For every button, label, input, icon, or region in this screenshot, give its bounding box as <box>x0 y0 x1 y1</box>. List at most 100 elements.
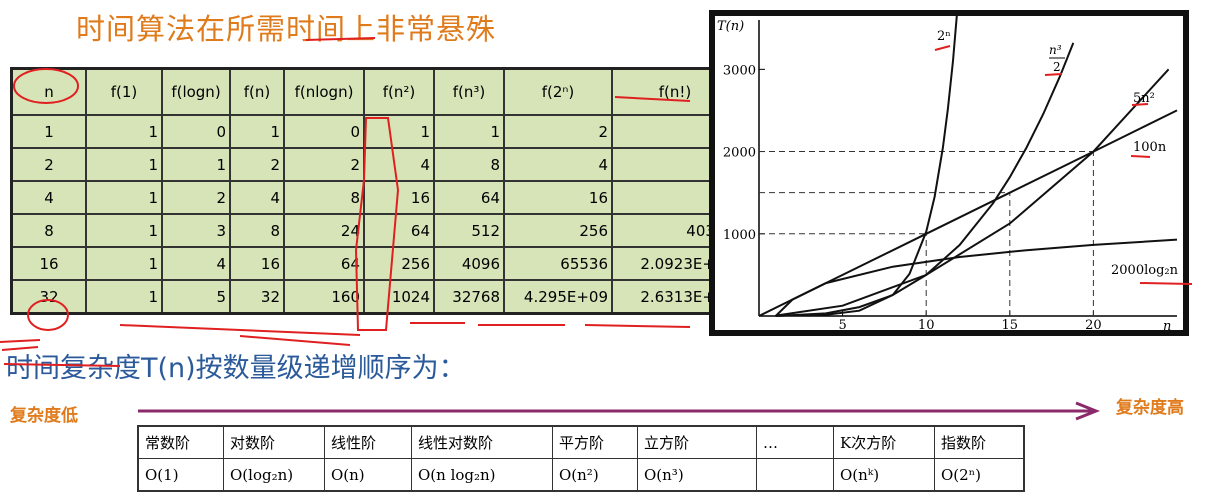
table-cell: 24 <box>283 213 365 248</box>
label-n3: n³ <box>1049 43 1062 57</box>
table-row: 16 1 4 16 64 256 4096 65536 2.0923E+13 <box>10 246 740 281</box>
table-row: 110101121 <box>10 114 740 149</box>
complexity-order-table: 常数阶 对数阶 线性阶 线性对数阶 平方阶 立方阶… K次方阶 指数阶 O(1) O(log₂n… <box>137 425 1025 492</box>
order-notation-cell: O(2ⁿ) <box>934 458 1025 492</box>
column-header: f(n) <box>229 67 285 116</box>
order-notation-row: O(1) O(log₂n) O(n) O(n log₂n) O(n²) O(n³) O(nᵏ… <box>137 458 1025 492</box>
table-cell: 4 <box>10 180 87 215</box>
x-tick-label: 15 <box>1002 318 1019 330</box>
ink-underline-26313 <box>584 324 691 328</box>
table-cell: 32768 <box>433 279 505 315</box>
table-cell: 0 <box>161 114 231 149</box>
table-cell: 16 <box>503 180 613 215</box>
y-tick-label: 1000 <box>723 228 756 243</box>
table-cell: 4 <box>229 180 285 215</box>
table-cell: 2 <box>229 147 285 182</box>
order-name-cell: K次方阶 <box>833 425 935 459</box>
table-cell: 1 <box>363 114 435 149</box>
y-tick-label: 3000 <box>723 63 756 78</box>
label-5n2: 5n² <box>1133 91 1155 106</box>
table-cell: 8 <box>433 147 505 182</box>
order-notation-cell: O(n³) <box>637 458 757 492</box>
x-axis-label: n <box>1163 319 1171 330</box>
table-cell: 3 <box>161 213 231 248</box>
high-complexity-label: 复杂度高 <box>1116 398 1184 418</box>
y-axis-label: T(n) <box>717 19 744 34</box>
table-cell: 65536 <box>503 246 613 281</box>
table-cell: 1024 <box>363 279 435 315</box>
order-name-cell: 对数阶 <box>223 425 325 459</box>
table-cell: 1 <box>85 114 163 149</box>
complexity-chart: 1000 2000 3000 5 10 15 20 T(n) n 2ⁿ n³ 2 5n² 100n 2000… <box>717 1 1179 334</box>
page-title: 时间算法在所需时间上非常悬殊 <box>76 12 497 46</box>
order-notation-cell: O(nᵏ) <box>833 458 935 492</box>
growth-rate-table: n f(1) f(logn) f(n) f(nlogn) f(n²) f(n³) f(2ⁿ) f… <box>10 67 740 315</box>
table-body: 1101011212112248424124816641624813824645… <box>10 114 740 315</box>
complexity-chart-frame: 1000 2000 3000 5 10 15 20 T(n) n 2ⁿ n³ 2 5n² 100n 2000… <box>709 1 1189 336</box>
label-n3-den: 2 <box>1053 60 1061 74</box>
x-tick-label: 10 <box>918 318 935 330</box>
column-header: n <box>10 67 87 116</box>
table-cell: 0 <box>283 114 365 149</box>
order-name-cell: 立方阶 <box>637 425 757 459</box>
table-cell: 1 <box>229 114 285 149</box>
label-100n: 100n <box>1133 140 1167 155</box>
column-header: f(2ⁿ) <box>503 67 613 116</box>
table-cell: 64 <box>433 180 505 215</box>
order-notation-cell: O(log₂n) <box>223 458 325 492</box>
y-tick-label: 2000 <box>723 146 756 161</box>
table-cell: 16 <box>229 246 285 281</box>
order-heading: 时间复杂度T(n)按数量级递增顺序为： <box>6 353 466 384</box>
table-cell: 2 <box>10 147 87 182</box>
order-name-cell: 线性对数阶 <box>411 425 553 459</box>
table-cell: 2 <box>503 114 613 149</box>
table-cell: 1 <box>85 180 163 215</box>
table-cell: 512 <box>433 213 505 248</box>
table-cell: 16 <box>10 246 87 281</box>
table-cell: 4 <box>503 147 613 182</box>
table-cell: 1 <box>85 279 163 315</box>
table-cell: 8 <box>229 213 285 248</box>
table-cell: 8 <box>10 213 87 248</box>
table-cell: 1 <box>85 246 163 281</box>
table-header-row: n f(1) f(logn) f(n) f(nlogn) f(n²) f(n³) f(2ⁿ) f… <box>10 67 740 116</box>
table-cell: 2 <box>161 180 231 215</box>
x-tick-label: 5 <box>838 318 846 330</box>
order-notation-cell: O(1) <box>137 458 224 492</box>
table-cell: 256 <box>503 213 613 248</box>
table-cell: 64 <box>283 246 365 281</box>
table-row: 211224842 <box>10 147 740 182</box>
table-cell: 4096 <box>433 246 505 281</box>
label-log: 2000log₂n <box>1111 263 1179 278</box>
order-name-cell: 常数阶 <box>137 425 224 459</box>
table-cell: 1 <box>161 147 231 182</box>
table-cell: 16 <box>363 180 435 215</box>
table-cell: 5 <box>161 279 231 315</box>
table-cell: 32 <box>10 279 87 315</box>
table-cell: 8 <box>283 180 365 215</box>
order-name-cell: 指数阶 <box>934 425 1025 459</box>
order-notation-cell: O(n log₂n) <box>411 458 553 492</box>
table-cell: 64 <box>363 213 435 248</box>
order-notation-cell: O(n²) <box>552 458 638 492</box>
column-header: f(1) <box>85 67 163 116</box>
ink-underline-row <box>119 324 361 336</box>
table-cell: 4.295E+09 <box>503 279 613 315</box>
column-header: f(nlogn) <box>283 67 365 116</box>
column-header: f(n²) <box>363 67 435 116</box>
table-cell: 1 <box>433 114 505 149</box>
x-tick-label: 20 <box>1085 318 1102 330</box>
order-name-cell: 线性阶 <box>324 425 412 459</box>
complexity-arrow <box>138 401 1101 421</box>
table-cell: 4 <box>161 246 231 281</box>
table-row: 32 1 5 32 160 1024 32768 4.295E+09 2.6313E+35 <box>10 279 740 315</box>
order-name-cell: … <box>756 425 834 459</box>
table-cell: 32 <box>229 279 285 315</box>
ink-underline-subtitle <box>239 335 351 346</box>
order-name-cell: 平方阶 <box>552 425 638 459</box>
table-cell: 1 <box>85 147 163 182</box>
table-cell: 4 <box>363 147 435 182</box>
table-row: 4124816641624 <box>10 180 740 215</box>
label-2n: 2ⁿ <box>937 29 951 44</box>
table-row: 8138246451225640320 <box>10 213 740 248</box>
